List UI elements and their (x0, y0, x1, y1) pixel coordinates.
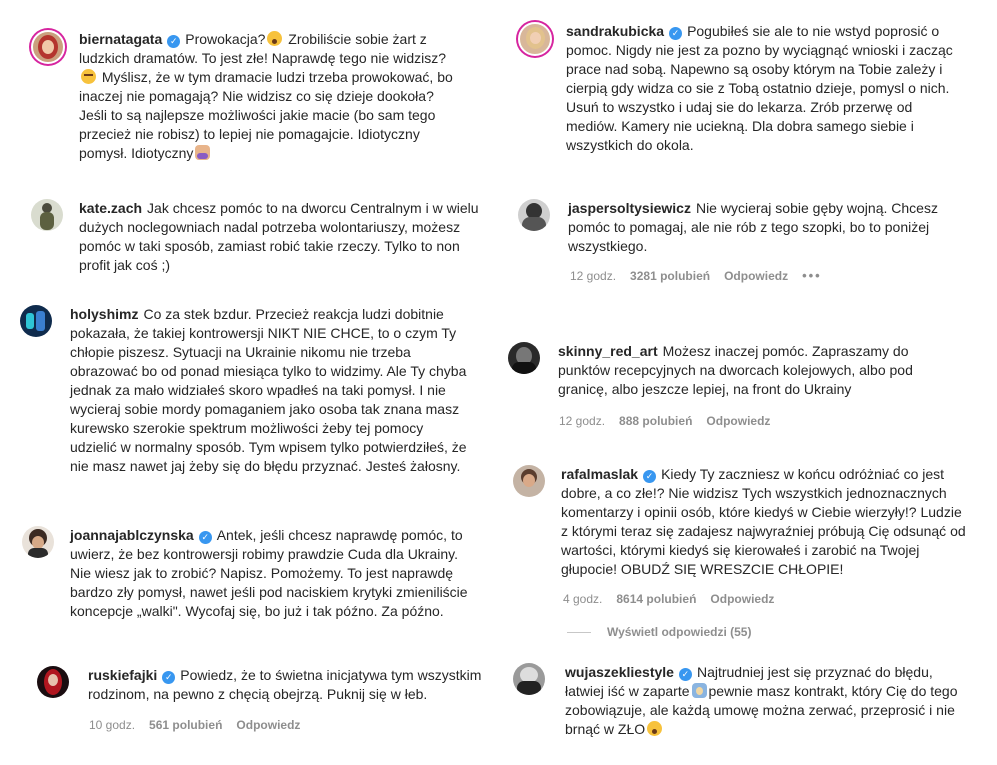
avatar[interactable] (513, 663, 545, 695)
verified-badge-icon: ✓ (167, 35, 181, 48)
comment-username[interactable]: kate.zach (79, 200, 142, 216)
comment-text: ruskiefajki ✓ Powiedz, że to świetna inicj… (88, 666, 488, 704)
facepalm-emoji-icon (195, 145, 211, 160)
comment-timestamp: 10 godz. (89, 718, 136, 732)
verified-badge-icon: ✓ (162, 671, 176, 684)
comment-username[interactable]: wujaszekliestyle (565, 664, 674, 680)
shocked-face-emoji-icon (647, 721, 663, 736)
verified-badge-icon: ✓ (669, 27, 683, 40)
avatar[interactable] (518, 199, 550, 231)
comment-username[interactable]: sandrakubicka (566, 23, 664, 39)
comment-text-segment: Pogubiłeś sie ale to nie wstyd poprosić … (566, 23, 953, 153)
left-comment-column: biernatagata ✓ Prowokacja? Zrobiliście sob… (0, 0, 490, 765)
comment-timestamp: 12 godz. (559, 414, 606, 428)
comment-username[interactable]: skinny_red_art (558, 343, 658, 359)
avatar[interactable] (20, 305, 52, 337)
comment-username[interactable]: joannajablczynska (70, 527, 194, 543)
comment-text: skinny_red_art Możesz inaczej pomóc. Zapr… (558, 342, 918, 399)
comment-likes[interactable]: 8614 polubień (616, 592, 696, 606)
view-replies-label[interactable]: Wyświetl odpowiedzi (55) (607, 625, 751, 639)
comment-username[interactable]: rafalmaslak (561, 466, 638, 482)
verified-badge-icon: ✓ (643, 470, 657, 483)
comment-meta: 4 godz. 8614 polubień Odpowiedz (563, 592, 788, 606)
comment-text: jaspersoltysiewicz Nie wycieraj sobie gęb… (568, 199, 968, 256)
reply-button[interactable]: Odpowiedz (706, 414, 770, 428)
reply-button[interactable]: Odpowiedz (710, 592, 774, 606)
comment-username[interactable]: ruskiefajki (88, 667, 157, 683)
comment-meta: 12 godz. 3281 polubień Odpowiedz ••• (570, 268, 836, 284)
comment-text-segment: Co za stek bzdur. Przecież reakcja ludzi… (70, 306, 467, 474)
reply-button[interactable]: Odpowiedz (236, 718, 300, 732)
comment-meta: 12 godz. 888 polubień Odpowiedz (559, 414, 784, 428)
comment-likes[interactable]: 561 polubień (149, 718, 222, 732)
comment-text: sandrakubicka ✓ Pogubiłeś sie ale to nie w… (566, 22, 966, 155)
comment-text: rafalmaslak ✓ Kiedy Ty zaczniesz w końcu o… (561, 465, 969, 579)
comment-timestamp: 12 godz. (570, 269, 617, 283)
view-replies-button[interactable]: Wyświetl odpowiedzi (55) (567, 625, 751, 639)
comment-timestamp: 4 godz. (563, 592, 603, 606)
flushed-face-emoji-icon (81, 69, 96, 84)
comment-meta: 10 godz. 561 polubień Odpowiedz (89, 718, 314, 732)
comment-text-segment: Prowokacja? (185, 31, 266, 47)
screaming-emoji-icon (691, 683, 707, 698)
right-comment-column: sandrakubicka ✓ Pogubiłeś sie ale to nie w… (500, 0, 997, 765)
comment-username[interactable]: jaspersoltysiewicz (568, 200, 691, 216)
avatar[interactable] (518, 22, 552, 56)
shocked-face-emoji-icon (267, 31, 283, 46)
comment-username[interactable]: holyshimz (70, 306, 138, 322)
avatar[interactable] (31, 30, 65, 64)
avatar[interactable] (31, 199, 63, 231)
comment-text: joannajablczynska ✓ Antek, jeśli chcesz na… (70, 526, 470, 621)
comment-username[interactable]: biernatagata (79, 31, 162, 47)
comment-likes[interactable]: 888 polubień (619, 414, 692, 428)
avatar[interactable] (22, 526, 54, 558)
comment-likes[interactable]: 3281 polubień (630, 269, 710, 283)
avatar[interactable] (37, 666, 69, 698)
verified-badge-icon: ✓ (198, 531, 212, 544)
comment-text-segment: Myślisz, że w tym dramacie ludzi trzeba … (79, 69, 453, 161)
comment-text: kate.zach Jak chcesz pomóc to na dworcu C… (79, 199, 489, 275)
avatar[interactable] (508, 342, 540, 374)
reply-button[interactable]: Odpowiedz (724, 269, 788, 283)
verified-badge-icon: ✓ (678, 668, 692, 681)
comment-text: biernatagata ✓ Prowokacja? Zrobiliście sob… (79, 30, 464, 163)
comment-text: holyshimz Co za stek bzdur. Przecież reak… (70, 305, 470, 476)
comment-text: wujaszekliestyle ✓ Najtrudniej jest się pr… (565, 663, 975, 739)
more-options-icon[interactable]: ••• (802, 268, 822, 283)
divider-line (567, 632, 591, 634)
avatar[interactable] (513, 465, 545, 497)
comment-text-segment: Kiedy Ty zaczniesz w końcu odróżniać co … (561, 466, 966, 577)
